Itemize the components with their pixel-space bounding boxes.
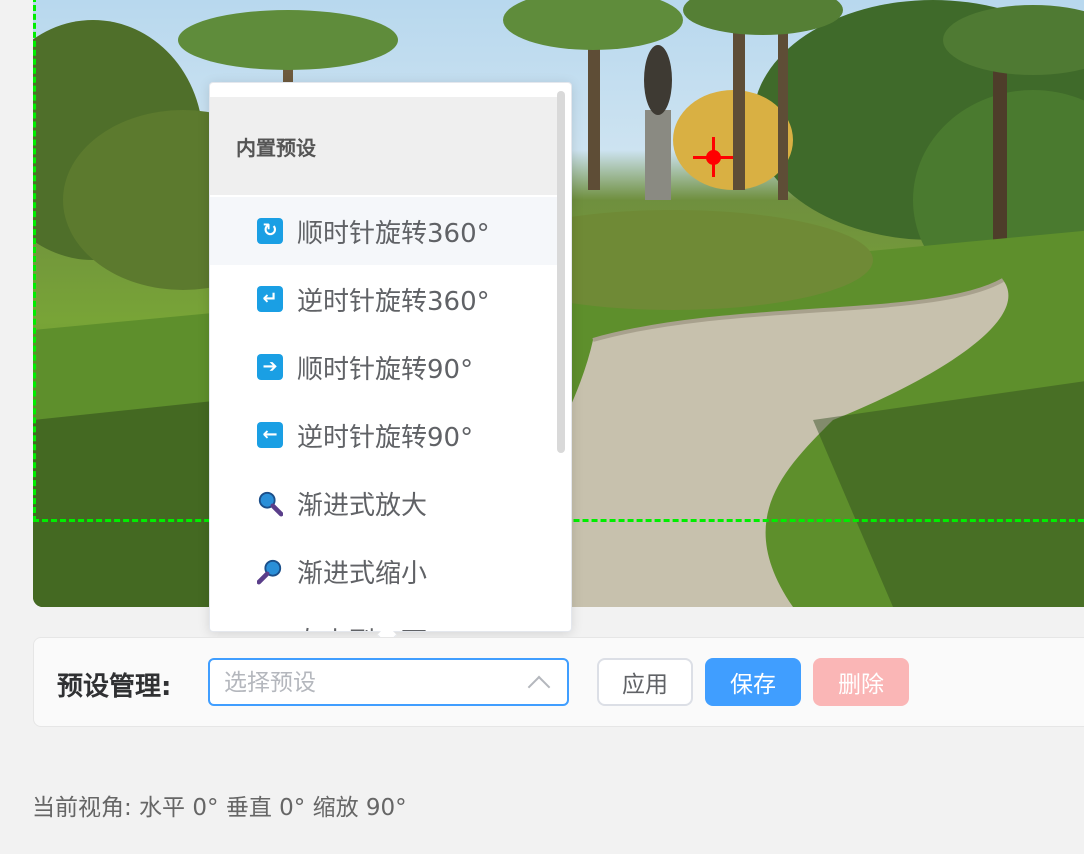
magnifier-zoom-in-icon [257, 490, 283, 517]
magnifier-zoom-out-icon [257, 558, 283, 585]
crosshair-icon [693, 137, 733, 177]
apply-button[interactable]: 应用 [597, 658, 693, 706]
rotate-cw-icon: ↻ [257, 218, 283, 244]
preset-option-zoom-in[interactable]: 渐进式放大 [210, 469, 565, 537]
rotate-ccw-icon: ↵ [257, 286, 283, 312]
arrow-right-icon: ➔ [257, 354, 283, 380]
preset-select-input[interactable] [224, 669, 504, 697]
preset-option-label: 逆时针旋转360° [297, 286, 490, 317]
preset-option-label: 顺时针旋转90° [297, 354, 474, 385]
preset-option-zoom-out[interactable]: 渐进式缩小 [210, 537, 565, 605]
arrow-diagonal-icon: ↘ [257, 626, 283, 631]
chevron-up-icon[interactable] [527, 675, 551, 699]
delete-button[interactable]: 删除 [813, 658, 909, 706]
current-view-status: 当前视角: 水平 0° 垂直 0° 缩放 90° [32, 795, 407, 821]
preset-option-rotate-ccw-90[interactable]: ← 逆时针旋转90° [210, 401, 565, 469]
preset-option-label: 逆时针旋转90° [297, 422, 474, 453]
preset-option-label: 渐进式缩小 [297, 558, 428, 589]
preset-option-label: 顺时针旋转360° [297, 218, 490, 249]
crosshair-center-dot [706, 150, 721, 165]
preset-option-label: 渐进式放大 [297, 490, 428, 521]
preset-option-rotate-cw-90[interactable]: ➔ 顺时针旋转90° [210, 333, 565, 401]
save-button[interactable]: 保存 [705, 658, 801, 706]
preset-dropdown-menu[interactable]: 内置预设 ↻ 顺时针旋转360° ↵ 逆时针旋转360° ➔ 顺时针旋转90° … [209, 82, 572, 632]
dropdown-group-title: 内置预设 [210, 97, 565, 195]
preset-option-label: 左上到右下 [297, 621, 427, 632]
preset-option-rotate-cw-360[interactable]: ↻ 顺时针旋转360° [210, 197, 565, 265]
preset-management-label: 预设管理: [57, 672, 172, 702]
arrow-left-icon: ← [257, 422, 283, 448]
dropdown-scrollbar[interactable] [557, 91, 565, 453]
preset-option-rotate-ccw-360[interactable]: ↵ 逆时针旋转360° [210, 265, 565, 333]
preset-select[interactable] [208, 658, 569, 706]
